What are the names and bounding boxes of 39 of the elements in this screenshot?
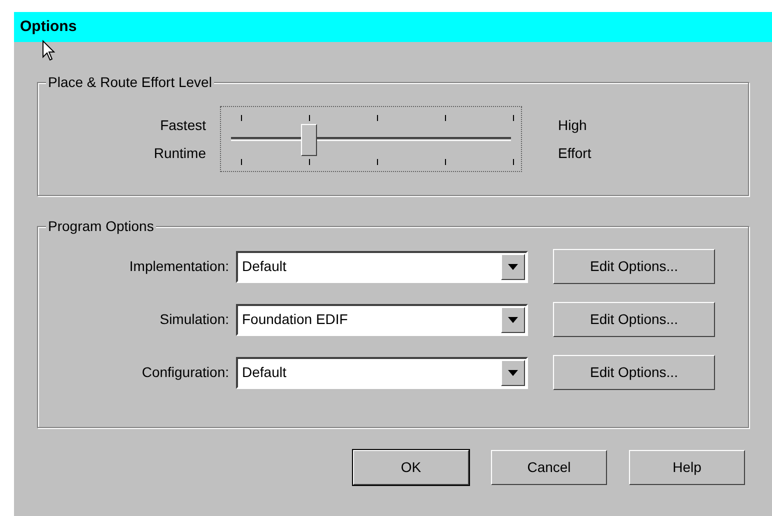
field-label: Simulation: — [158, 310, 230, 329]
dropdown-arrow-button[interactable] — [501, 360, 525, 386]
effort-slider[interactable] — [220, 106, 522, 172]
tick-mark — [377, 115, 378, 121]
slider-min-label: Fastest — [160, 116, 206, 135]
field-label: Implementation: — [128, 257, 230, 276]
tick-mark — [309, 159, 310, 165]
slider-thumb[interactable] — [301, 124, 317, 156]
field-label: Configuration: — [140, 363, 230, 382]
caret-icon — [508, 370, 518, 376]
slider-min-label: Runtime — [154, 144, 206, 163]
dialog-button[interactable]: Help — [629, 450, 745, 485]
tick-mark — [513, 115, 514, 121]
tick-mark — [241, 159, 242, 165]
window-title: Options — [20, 16, 77, 37]
edit-options-button[interactable]: Edit Options... — [553, 302, 715, 337]
tick-mark — [513, 159, 514, 165]
caret-icon — [508, 316, 518, 322]
dropdown-arrow-button[interactable] — [501, 306, 525, 332]
dialog-button[interactable]: OK — [353, 450, 469, 485]
tick-mark — [445, 115, 446, 121]
edit-options-button[interactable]: Edit Options... — [553, 249, 715, 284]
dropdown-value: Default — [241, 363, 288, 382]
slider-max-label: High — [558, 116, 588, 135]
edit-options-button[interactable]: Edit Options... — [553, 355, 715, 390]
tick-mark — [377, 159, 378, 165]
dialog-button[interactable]: Cancel — [491, 450, 607, 485]
dropdown[interactable]: Foundation EDIF — [236, 304, 528, 336]
dropdown[interactable]: Default — [236, 250, 528, 282]
cursor-icon — [42, 40, 56, 62]
tick-mark — [445, 159, 446, 165]
dropdown-arrow-button[interactable] — [501, 254, 525, 280]
dropdown-value: Default — [241, 257, 288, 276]
caret-icon — [508, 264, 518, 270]
tick-mark — [241, 115, 242, 121]
dropdown-value: Foundation EDIF — [241, 310, 349, 329]
tick-mark — [309, 115, 310, 121]
slider-max-label: Effort — [558, 144, 592, 163]
dropdown[interactable]: Default — [236, 356, 528, 388]
